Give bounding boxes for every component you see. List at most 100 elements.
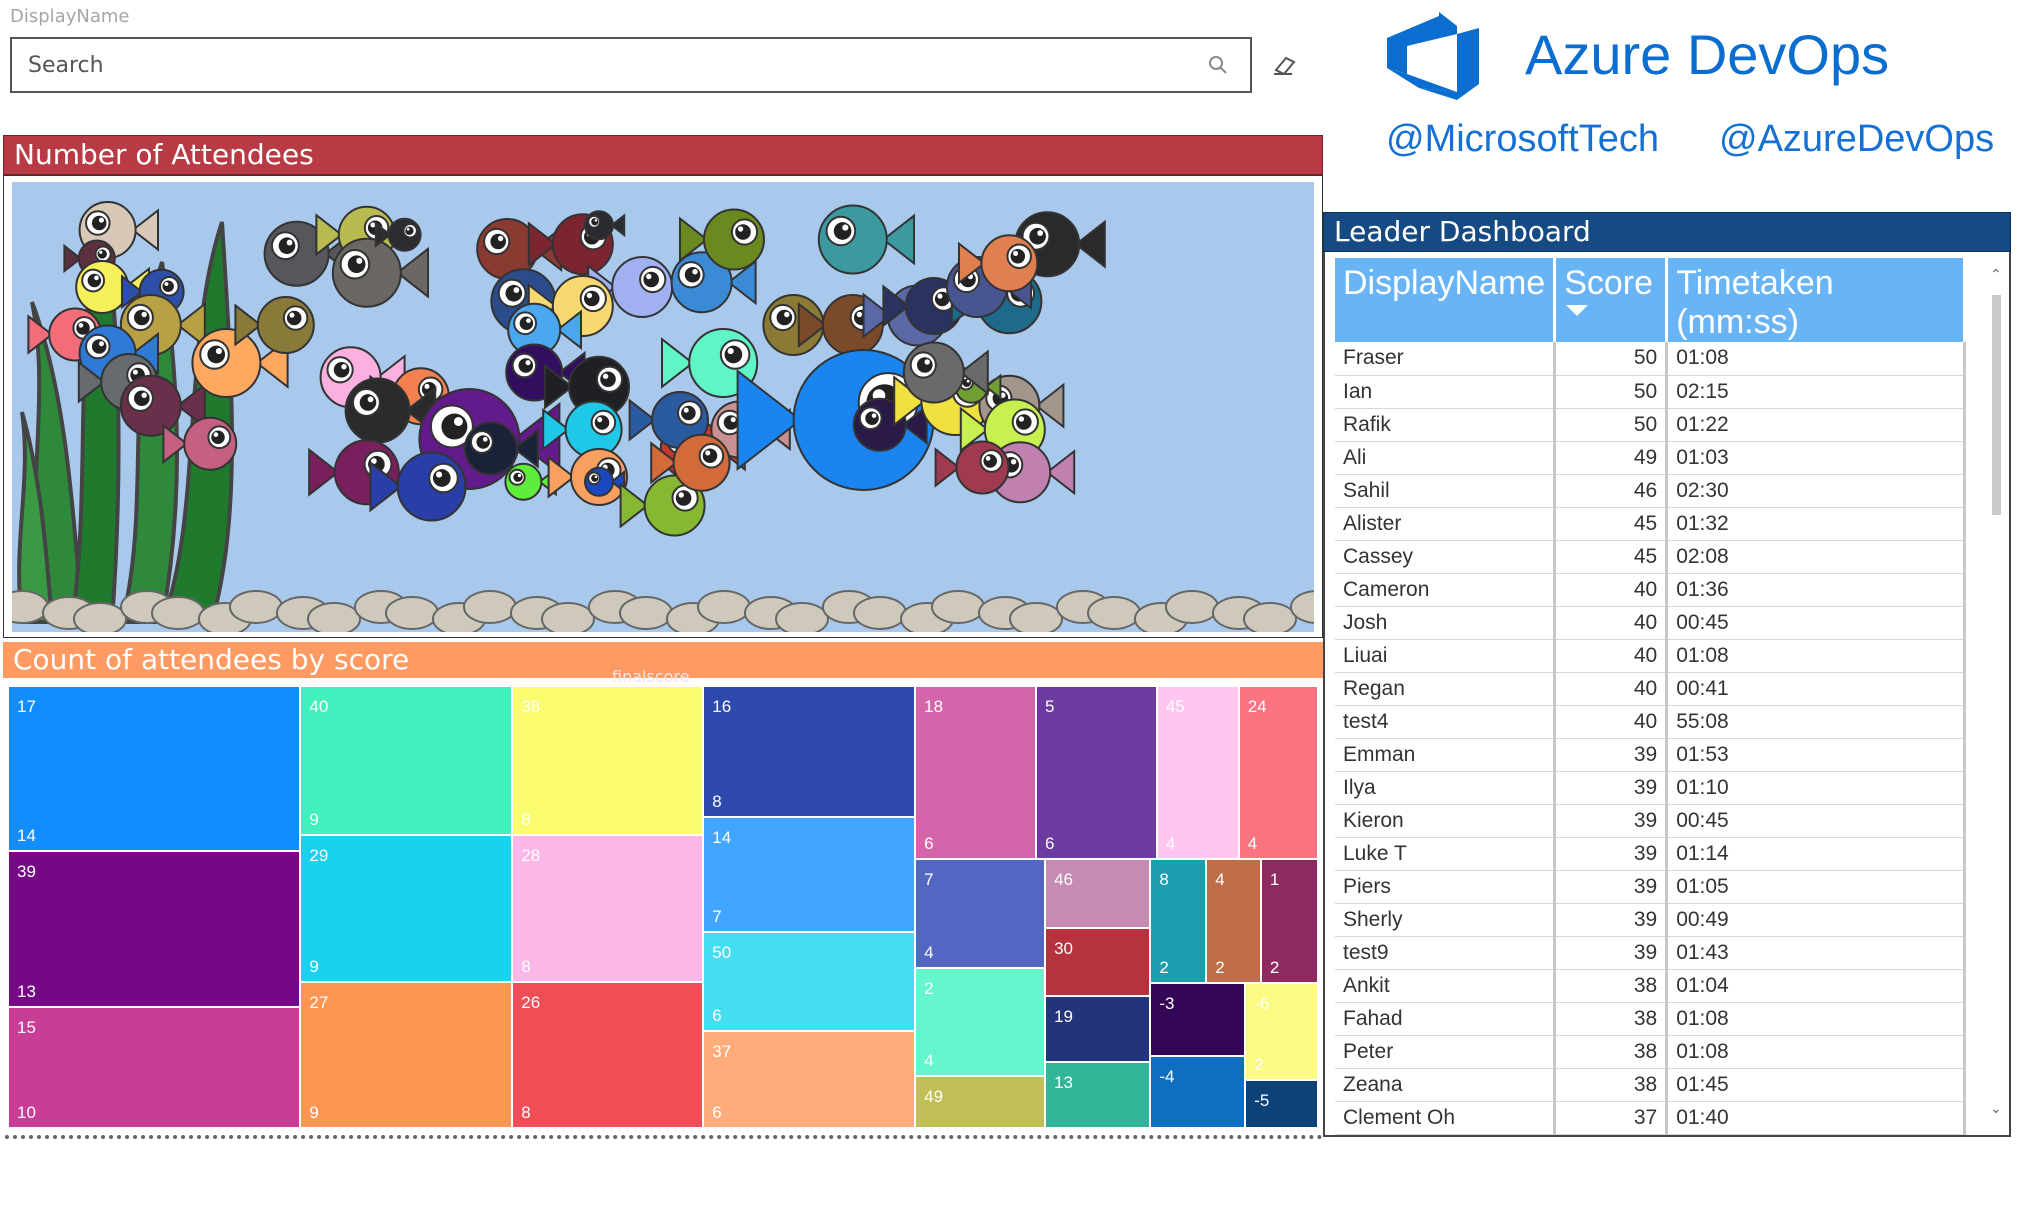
treemap-tile[interactable]: 29 9 (300, 834, 513, 982)
treemap-tile[interactable]: -3 (1150, 983, 1246, 1056)
table-row[interactable]: Rafik 50 01:22 (1335, 408, 1967, 442)
scroll-up-icon[interactable]: ⌃ (1990, 267, 2002, 283)
treemap-tile[interactable]: 13 (1045, 1062, 1151, 1128)
cell-name: Zeana (1335, 1068, 1557, 1102)
cell-score: 40 (1554, 606, 1669, 640)
treemap-tile[interactable]: 56 (1035, 686, 1157, 860)
cell-time: 01:10 (1666, 771, 1967, 805)
table-row[interactable]: Josh 40 00:45 (1335, 606, 1967, 640)
treemap-tile[interactable]: 49 (915, 1076, 1046, 1128)
column-header-timetaken[interactable]: Timetaken (mm:ss) (1666, 258, 1967, 342)
column-header-displayname[interactable]: DisplayName (1335, 258, 1557, 342)
treemap-tile[interactable]: 14 7 (703, 816, 916, 932)
cell-name: Regan (1335, 672, 1557, 706)
table-row[interactable]: Ali 49 01:03 (1335, 441, 1967, 475)
treemap-tile[interactable]: 42 (1206, 859, 1261, 984)
treemap-tile[interactable]: -5 (1245, 1080, 1318, 1128)
search-icon[interactable] (1208, 55, 1228, 75)
tile-score-label: 14 (712, 827, 732, 847)
cell-name: Ilya (1335, 771, 1557, 805)
attendees-panel-title: Number of Attendees (3, 135, 1323, 175)
treemap-tile[interactable]: 19 (1045, 996, 1151, 1063)
tile-score-label: 13 (1054, 1073, 1073, 1093)
tile-score-label: 2 (924, 978, 934, 998)
cell-name: Ankit (1335, 969, 1557, 1003)
leader-dashboard-table[interactable]: DisplayName Score Timetaken (mm:ss) Fras… (1323, 252, 2011, 1137)
tile-score-label: 29 (309, 845, 329, 865)
tile-count-label: 8 (712, 791, 722, 811)
table-row[interactable]: Fraser 50 01:08 (1335, 342, 1967, 376)
treemap-tile[interactable]: 28 8 (512, 834, 704, 982)
aquarium-visual[interactable] (3, 175, 1323, 638)
tile-count-label: 9 (309, 1102, 319, 1122)
table-row[interactable]: Peter 38 01:08 (1335, 1035, 1967, 1069)
treemap-tile[interactable]: 40 9 (300, 686, 513, 835)
tile-count-label: 6 (712, 1102, 722, 1122)
treemap-tile[interactable]: 26 8 (512, 981, 704, 1128)
table-row[interactable]: Ian 50 02:15 (1335, 375, 1967, 409)
sort-descending-icon[interactable] (1566, 305, 1589, 316)
treemap-tile[interactable]: 30 (1045, 927, 1151, 997)
cell-name: Piers (1335, 870, 1557, 904)
cell-name: Fahad (1335, 1002, 1557, 1036)
treemap-tile[interactable]: 74 (915, 859, 1046, 968)
treemap-tile[interactable]: 45 4 (1156, 686, 1239, 860)
pebble (463, 590, 517, 624)
table-row[interactable]: Cameron 40 01:36 (1335, 573, 1967, 607)
treemap-tile[interactable]: 37 6 (703, 1031, 916, 1128)
cell-score: 49 (1554, 441, 1669, 475)
tile-count-label: 9 (309, 809, 319, 829)
pebble (1009, 602, 1063, 632)
table-row[interactable]: Regan 40 00:41 (1335, 672, 1967, 706)
column-header-score[interactable]: Score (1554, 258, 1669, 342)
tile-count-label: 8 (521, 956, 531, 976)
cell-name: Peter (1335, 1035, 1557, 1069)
table-row[interactable]: Ankit 38 01:04 (1335, 969, 1967, 1003)
treemap-tile[interactable]: -6 2 (1245, 983, 1318, 1081)
treemap-tile[interactable]: 24 (915, 967, 1046, 1077)
table-row[interactable]: test4 40 55:08 (1335, 705, 1967, 739)
table-row[interactable]: Sahil 46 02:30 (1335, 474, 1967, 508)
treemap-tile[interactable]: 18 6 (915, 686, 1036, 860)
table-row[interactable]: Liuai 40 01:08 (1335, 639, 1967, 673)
eraser-icon[interactable] (1272, 54, 1298, 76)
pebble (619, 596, 673, 630)
table-row[interactable]: Alister 45 01:32 (1335, 507, 1967, 541)
scrollbar-thumb[interactable] (1992, 295, 2001, 515)
table-row[interactable]: test9 39 01:43 (1335, 936, 1967, 970)
treemap-tile[interactable]: 17 14 (8, 686, 301, 852)
cell-time: 01:36 (1666, 573, 1967, 607)
tile-score-label: -3 (1159, 994, 1175, 1014)
treemap-tile[interactable]: 27 9 (300, 981, 513, 1128)
treemap-chart[interactable]: 17 14 39 13 15 10 40 9 29 9 27 9 38 8 28 8 26 8 16 8 14 7 50 6 3… (8, 686, 1318, 1128)
vertical-scrollbar[interactable]: ⌃ ⌄ (1989, 267, 2005, 1117)
table-row[interactable]: Ilya 39 01:10 (1335, 771, 1967, 805)
treemap-tile[interactable]: 38 8 (512, 686, 704, 835)
treemap-tile[interactable]: 50 6 (703, 931, 916, 1032)
search-input[interactable]: Search (10, 37, 1252, 93)
table-row[interactable]: Cassey 45 02:08 (1335, 540, 1967, 574)
table-row[interactable]: Emman 39 01:53 (1335, 738, 1967, 772)
cell-time: 01:22 (1666, 408, 1967, 442)
treemap-tile[interactable]: -4 (1150, 1055, 1246, 1128)
treemap-tile[interactable]: 16 8 (703, 686, 916, 817)
table-row[interactable]: Sherly 39 00:49 (1335, 903, 1967, 937)
table-row[interactable]: Zeana 38 01:45 (1335, 1068, 1967, 1102)
cell-score: 38 (1554, 1002, 1669, 1036)
tile-count-label: 10 (17, 1102, 36, 1122)
tile-score-label: -6 (1254, 994, 1270, 1014)
table-row[interactable]: Luke T 39 01:14 (1335, 837, 1967, 871)
tile-score-label: 38 (521, 697, 541, 716)
treemap-tile[interactable]: 46 (1045, 859, 1151, 928)
treemap-tile[interactable]: 39 13 (8, 851, 301, 1007)
treemap-tile[interactable]: 24 4 (1238, 686, 1318, 860)
table-row[interactable]: Kieron 39 00:45 (1335, 804, 1967, 838)
scroll-down-icon[interactable]: ⌄ (1990, 1101, 2002, 1117)
treemap-tile[interactable]: 15 10 (8, 1006, 301, 1128)
table-row[interactable]: Fahad 38 01:08 (1335, 1002, 1967, 1036)
cell-name: Ali (1335, 441, 1557, 475)
treemap-tile[interactable]: 12 (1260, 859, 1318, 984)
treemap-tile[interactable]: 82 (1150, 859, 1207, 984)
table-row[interactable]: Piers 39 01:05 (1335, 870, 1967, 904)
table-row[interactable]: Clement Oh 37 01:40 (1335, 1101, 1967, 1135)
